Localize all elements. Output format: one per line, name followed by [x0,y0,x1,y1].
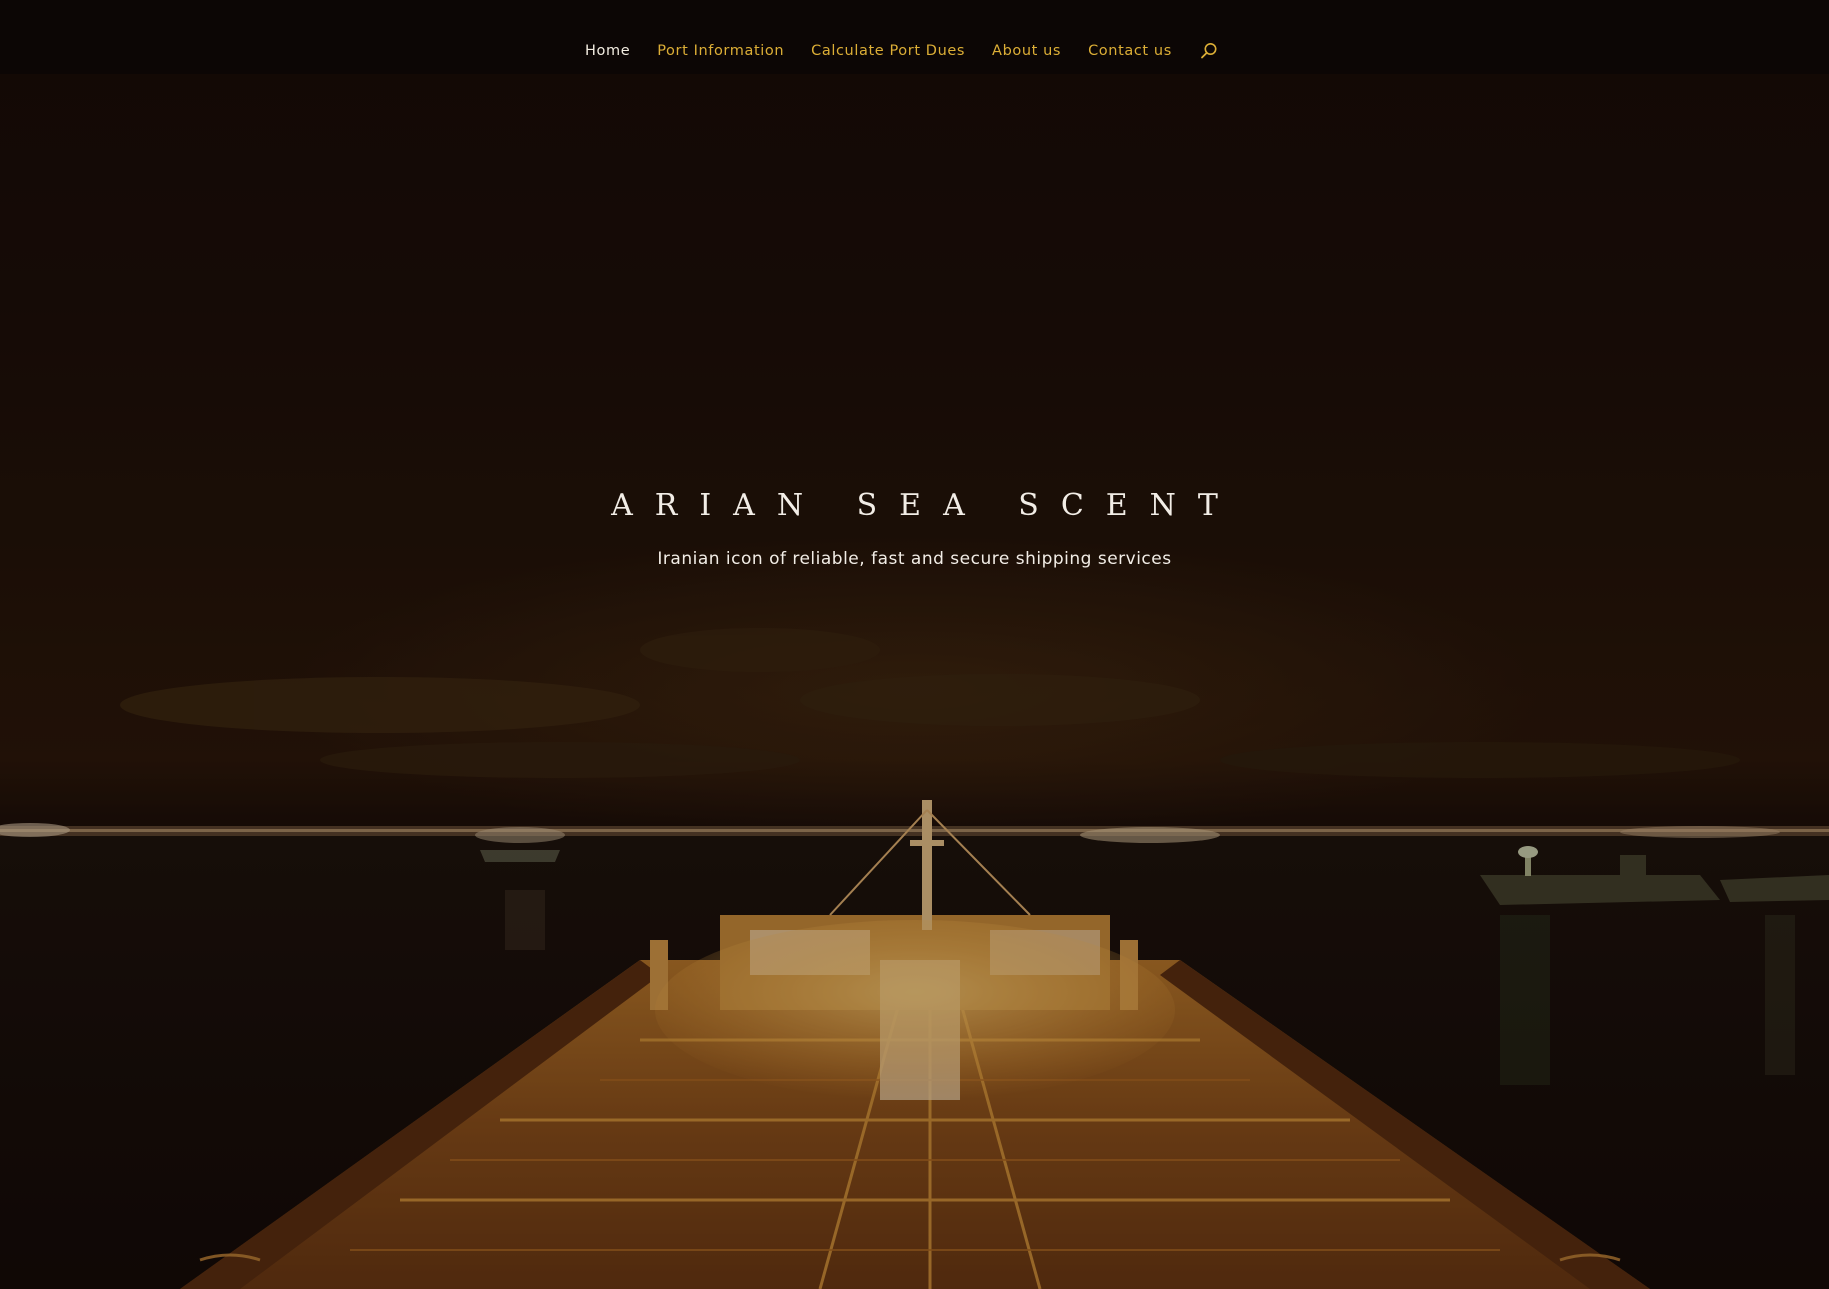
nav-calculate-port-dues-link[interactable]: Calculate Port Dues [811,43,965,59]
nav-port-information-link[interactable]: Port Information [657,43,784,59]
top-navigation-bar: Home Port Information Calculate Port Due… [0,0,1829,74]
nav-about-us-link[interactable]: About us [992,43,1061,59]
hero-background-image [0,0,1829,1289]
search-icon[interactable] [1199,41,1219,61]
main-menu: Home Port Information Calculate Port Due… [585,40,1219,62]
hero-subtitle: Iranian icon of reliable, fast and secur… [657,549,1172,569]
nav-contact-us-link[interactable]: Contact us [1088,43,1172,59]
hero-title: ARIAN SEA SCENT [611,488,1240,523]
page: Home Port Information Calculate Port Due… [0,0,1829,1289]
nav-home-link[interactable]: Home [585,43,630,59]
